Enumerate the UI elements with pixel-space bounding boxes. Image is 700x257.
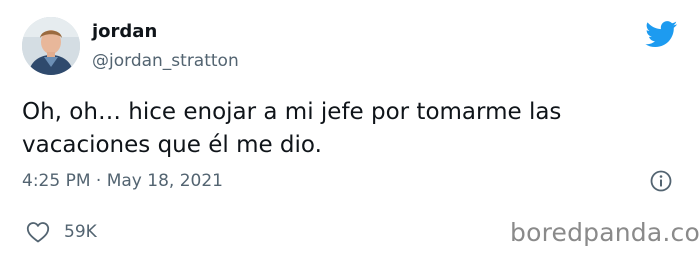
display-name[interactable]: jordan <box>92 21 157 43</box>
tweet-timestamp[interactable]: 4:25 PM · May 18, 2021 <box>22 170 223 192</box>
user-handle[interactable]: @jordan_stratton <box>92 50 239 72</box>
tweet-card: jordan @jordan_stratton Oh, oh… hice eno… <box>0 0 700 257</box>
twitter-bird-icon[interactable] <box>645 21 678 48</box>
info-icon[interactable] <box>650 170 672 192</box>
avatar[interactable] <box>22 17 80 75</box>
heart-icon[interactable] <box>26 221 50 243</box>
avatar-photo <box>22 17 80 75</box>
watermark-text: boredpanda.com <box>510 218 700 247</box>
like-count[interactable]: 59K <box>64 221 97 243</box>
tweet-text: Oh, oh… hice enojar a mi jefe por tomarm… <box>22 99 562 158</box>
